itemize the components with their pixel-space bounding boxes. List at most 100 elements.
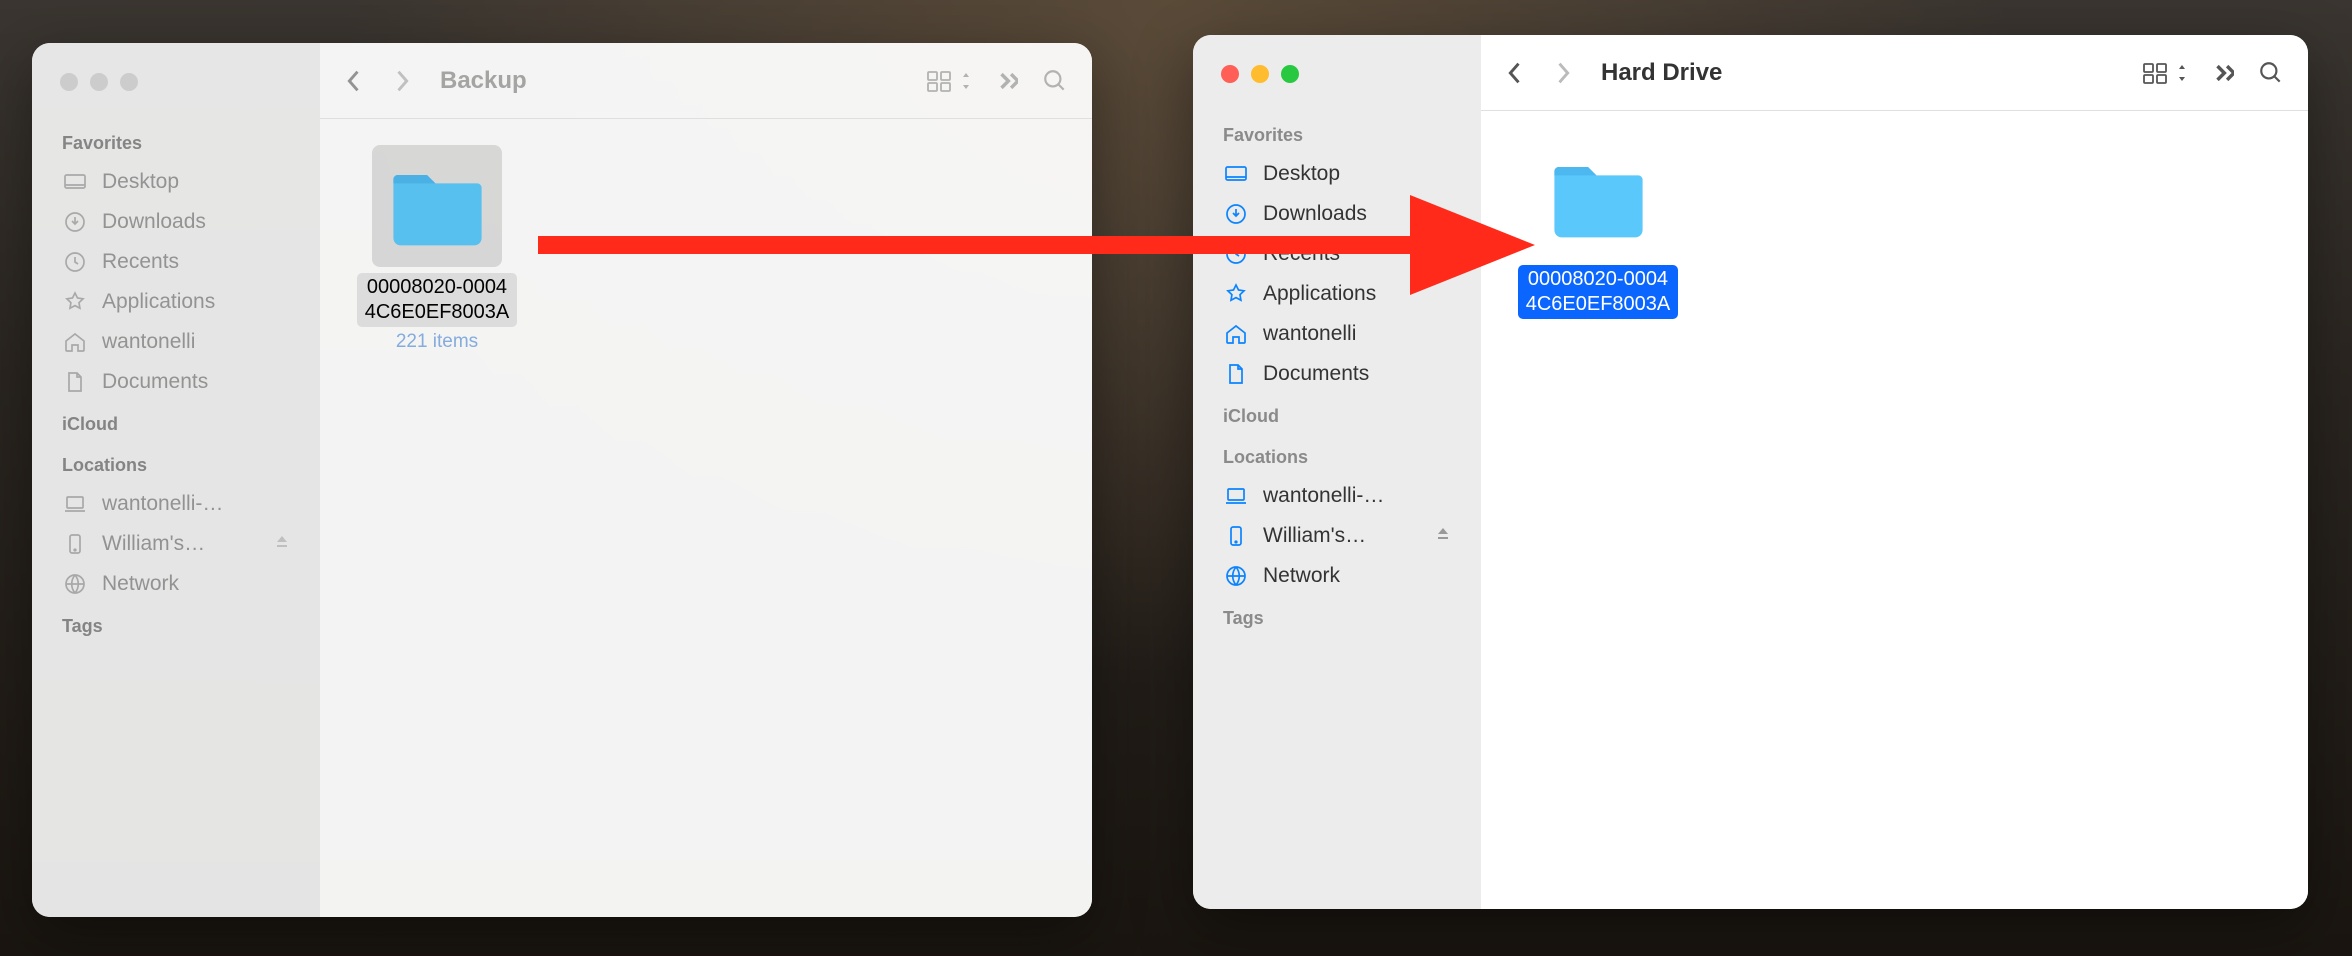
sidebar-item-label: William's… bbox=[102, 532, 205, 556]
content-area[interactable]: 00008020-00044C6E0EF8003A bbox=[1481, 111, 2308, 909]
view-options-button[interactable] bbox=[926, 70, 972, 92]
sidebar-item-label: Desktop bbox=[1263, 162, 1340, 186]
sidebar-item-downloads[interactable]: Downloads bbox=[32, 202, 320, 242]
search-button[interactable] bbox=[1042, 68, 1068, 94]
desktop-icon bbox=[1223, 161, 1249, 187]
minimize-button[interactable] bbox=[1251, 65, 1269, 83]
finder-window-backup: Favorites Desktop Downloads Recents Appl… bbox=[32, 43, 1092, 917]
sidebar-item-network[interactable]: Network bbox=[32, 564, 320, 604]
document-icon bbox=[1223, 361, 1249, 387]
sidebar-item-recents[interactable]: Recents bbox=[1193, 234, 1481, 274]
sidebar-item-computer[interactable]: wantonelli-… bbox=[1193, 476, 1481, 516]
forward-button[interactable] bbox=[392, 67, 412, 95]
more-button[interactable] bbox=[2212, 62, 2234, 84]
sidebar-item-iphone[interactable]: William's… bbox=[32, 524, 320, 564]
view-options-button[interactable] bbox=[2142, 62, 2188, 84]
sidebar: Favorites Desktop Downloads Recents Appl… bbox=[32, 43, 320, 917]
home-icon bbox=[62, 329, 88, 355]
traffic-lights bbox=[32, 73, 320, 121]
sidebar-item-label: wantonelli bbox=[1263, 322, 1356, 346]
sidebar-item-label: Downloads bbox=[102, 210, 206, 234]
sidebar-item-label: wantonelli-… bbox=[102, 492, 223, 516]
home-icon bbox=[1223, 321, 1249, 347]
forward-button[interactable] bbox=[1553, 59, 1573, 87]
phone-icon bbox=[1223, 523, 1249, 549]
network-icon bbox=[62, 571, 88, 597]
sidebar-item-desktop[interactable]: Desktop bbox=[1193, 154, 1481, 194]
sidebar-item-label: Downloads bbox=[1263, 202, 1367, 226]
laptop-icon bbox=[1223, 483, 1249, 509]
clock-icon bbox=[1223, 241, 1249, 267]
tags-header: Tags bbox=[1193, 596, 1481, 637]
sidebar-item-label: wantonelli-… bbox=[1263, 484, 1384, 508]
eject-icon[interactable] bbox=[274, 534, 290, 555]
close-button[interactable] bbox=[1221, 65, 1239, 83]
download-icon bbox=[1223, 201, 1249, 227]
folder-name: 00008020-00044C6E0EF8003A bbox=[357, 273, 518, 327]
folder-name: 00008020-00044C6E0EF8003A bbox=[1518, 265, 1679, 319]
window-title: Backup bbox=[440, 67, 527, 95]
apps-icon bbox=[62, 289, 88, 315]
sidebar-item-label: Documents bbox=[102, 370, 208, 394]
icloud-header: iCloud bbox=[1193, 394, 1481, 435]
sidebar-item-desktop[interactable]: Desktop bbox=[32, 162, 320, 202]
toolbar: Hard Drive bbox=[1481, 35, 2308, 111]
sidebar: Favorites Desktop Downloads Recents Appl… bbox=[1193, 35, 1481, 909]
sidebar-item-label: Applications bbox=[102, 290, 215, 314]
back-button[interactable] bbox=[344, 67, 364, 95]
main-area: Backup 00008020-00044C6E0EF8003A 221 ite… bbox=[320, 43, 1092, 917]
folder-count: 221 items bbox=[396, 331, 478, 353]
sidebar-item-documents[interactable]: Documents bbox=[32, 362, 320, 402]
folder-icon bbox=[1533, 137, 1663, 259]
sidebar-item-label: Recents bbox=[102, 250, 179, 274]
toolbar: Backup bbox=[320, 43, 1092, 119]
tags-header: Tags bbox=[32, 604, 320, 645]
sidebar-item-documents[interactable]: Documents bbox=[1193, 354, 1481, 394]
traffic-lights bbox=[1193, 65, 1481, 113]
sidebar-item-label: Desktop bbox=[102, 170, 179, 194]
favorites-header: Favorites bbox=[1193, 113, 1481, 154]
content-area[interactable]: 00008020-00044C6E0EF8003A 221 items bbox=[320, 119, 1092, 917]
sidebar-item-label: Recents bbox=[1263, 242, 1340, 266]
sidebar-item-recents[interactable]: Recents bbox=[32, 242, 320, 282]
main-area: Hard Drive 00008020-00044C6E0EF8003A bbox=[1481, 35, 2308, 909]
finder-window-harddrive: Favorites Desktop Downloads Recents Appl… bbox=[1193, 35, 2308, 909]
eject-icon[interactable] bbox=[1435, 526, 1451, 547]
download-icon bbox=[62, 209, 88, 235]
minimize-button[interactable] bbox=[90, 73, 108, 91]
close-button[interactable] bbox=[60, 73, 78, 91]
clock-icon bbox=[62, 249, 88, 275]
locations-header: Locations bbox=[1193, 435, 1481, 476]
sidebar-item-iphone[interactable]: William's… bbox=[1193, 516, 1481, 556]
apps-icon bbox=[1223, 281, 1249, 307]
sidebar-item-label: Documents bbox=[1263, 362, 1369, 386]
sidebar-item-applications[interactable]: Applications bbox=[32, 282, 320, 322]
folder-item[interactable]: 00008020-00044C6E0EF8003A bbox=[1513, 137, 1683, 319]
sidebar-item-label: William's… bbox=[1263, 524, 1366, 548]
back-button[interactable] bbox=[1505, 59, 1525, 87]
favorites-header: Favorites bbox=[32, 121, 320, 162]
sidebar-item-computer[interactable]: wantonelli-… bbox=[32, 484, 320, 524]
search-button[interactable] bbox=[2258, 60, 2284, 86]
folder-icon bbox=[372, 145, 502, 267]
network-icon bbox=[1223, 563, 1249, 589]
sidebar-item-applications[interactable]: Applications bbox=[1193, 274, 1481, 314]
sidebar-item-label: Network bbox=[102, 572, 179, 596]
sidebar-item-home[interactable]: wantonelli bbox=[32, 322, 320, 362]
laptop-icon bbox=[62, 491, 88, 517]
sidebar-item-label: wantonelli bbox=[102, 330, 195, 354]
document-icon bbox=[62, 369, 88, 395]
sidebar-item-network[interactable]: Network bbox=[1193, 556, 1481, 596]
desktop-icon bbox=[62, 169, 88, 195]
more-button[interactable] bbox=[996, 70, 1018, 92]
folder-item[interactable]: 00008020-00044C6E0EF8003A 221 items bbox=[352, 145, 522, 353]
sidebar-item-home[interactable]: wantonelli bbox=[1193, 314, 1481, 354]
sidebar-item-label: Applications bbox=[1263, 282, 1376, 306]
window-title: Hard Drive bbox=[1601, 59, 1722, 87]
locations-header: Locations bbox=[32, 443, 320, 484]
icloud-header: iCloud bbox=[32, 402, 320, 443]
maximize-button[interactable] bbox=[120, 73, 138, 91]
sidebar-item-label: Network bbox=[1263, 564, 1340, 588]
sidebar-item-downloads[interactable]: Downloads bbox=[1193, 194, 1481, 234]
maximize-button[interactable] bbox=[1281, 65, 1299, 83]
